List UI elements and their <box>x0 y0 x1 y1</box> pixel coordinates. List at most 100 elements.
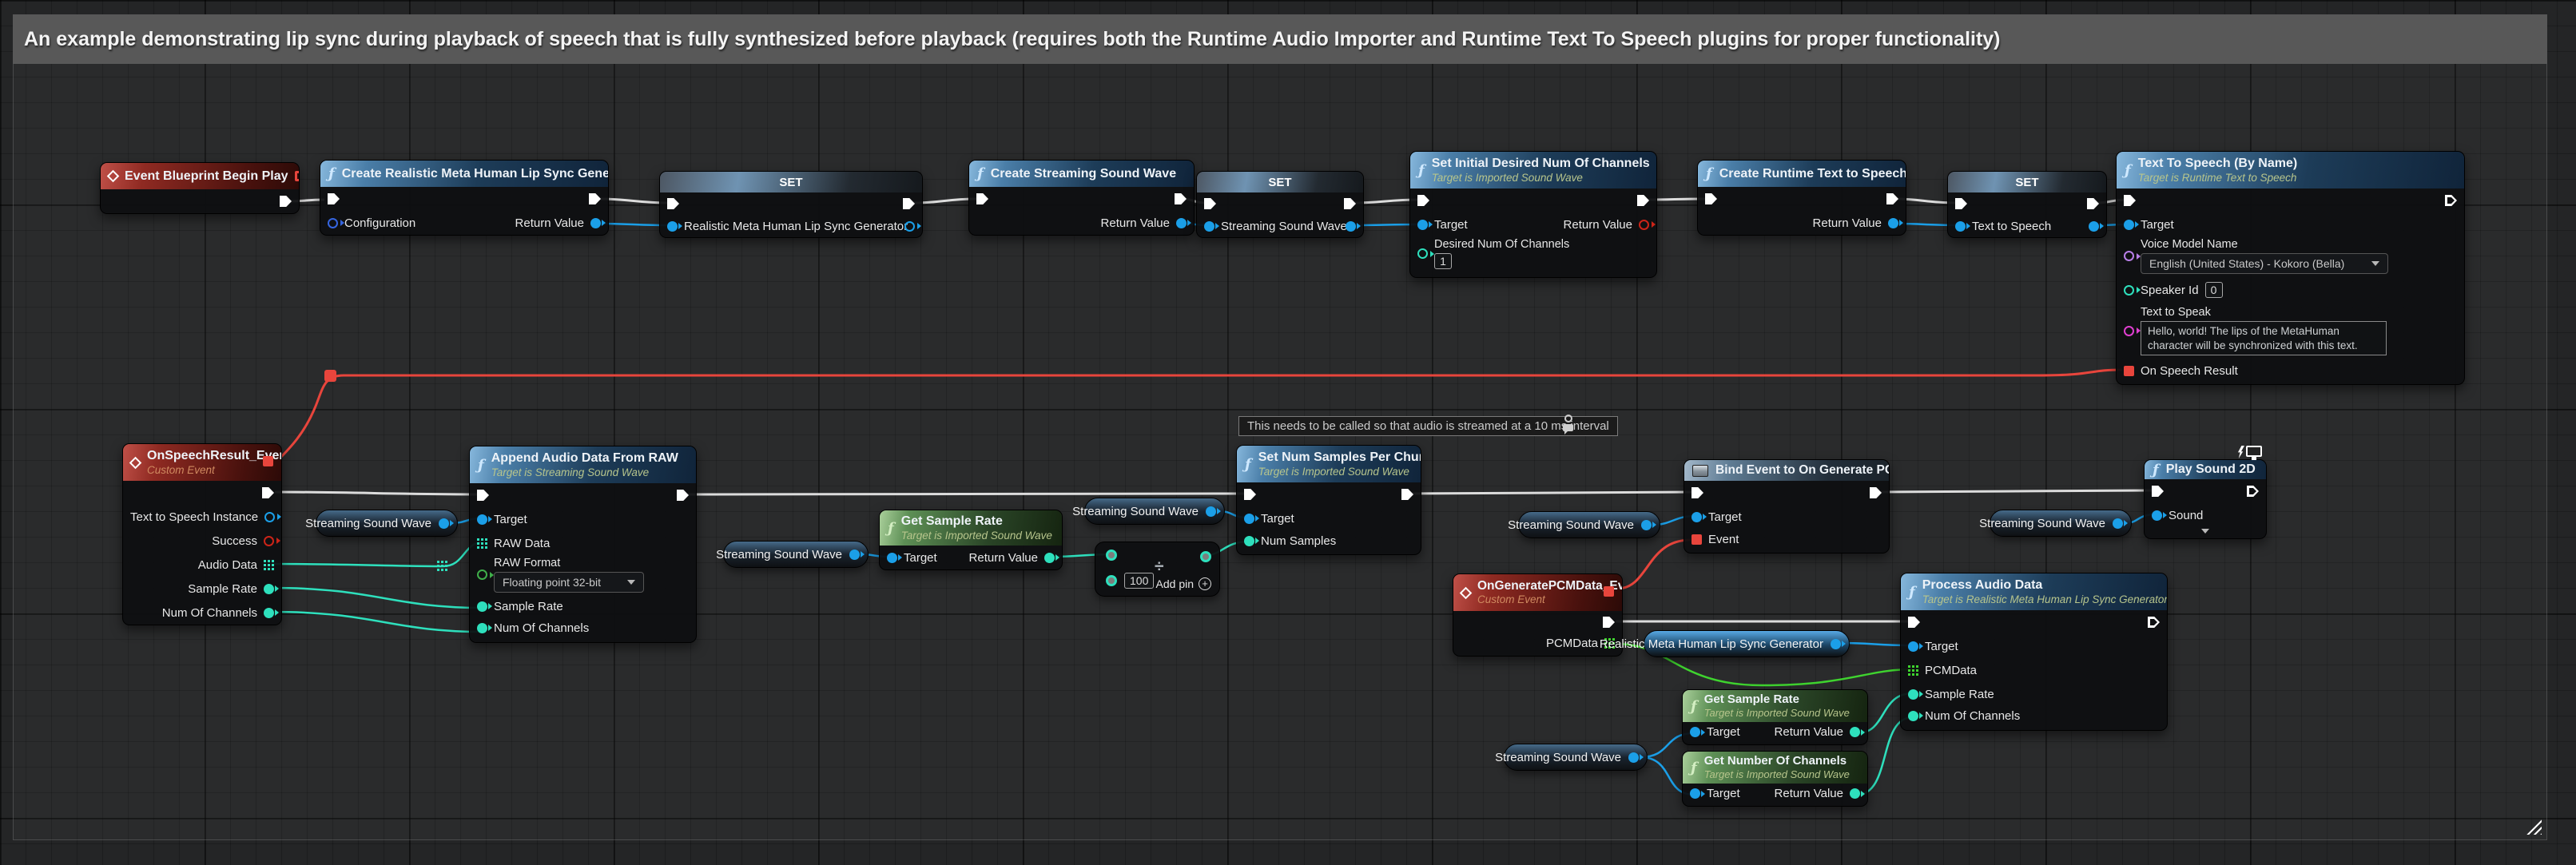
raw-format-dropdown[interactable]: Floating point 32-bit <box>494 572 644 593</box>
exec-in-pin[interactable] <box>1908 617 1920 628</box>
node-create-streaming-sound-wave[interactable]: ƒ Create Streaming Sound Wave Return Val… <box>968 160 1195 236</box>
sample-rate-pin[interactable] <box>1908 689 1918 700</box>
configuration-pin[interactable] <box>328 218 338 228</box>
delegate-pin[interactable] <box>263 456 273 466</box>
variable-in-pin[interactable] <box>1955 221 1966 232</box>
variable-out-pin[interactable] <box>2113 518 2123 529</box>
variable-out-pin[interactable] <box>1641 520 1652 530</box>
node-play-sound-2d[interactable]: ƒ Play Sound 2D Sound <box>2144 459 2267 539</box>
node-set-streaming-sound-wave[interactable]: SET Streaming Sound Wave <box>1196 171 1364 238</box>
exec-in-pin[interactable] <box>328 193 340 204</box>
tts-instance-pin[interactable] <box>264 512 275 522</box>
add-pin-button[interactable]: Add pin+ <box>1156 577 1211 590</box>
target-pin[interactable] <box>1690 727 1700 737</box>
exec-out-pin[interactable] <box>262 487 274 498</box>
speech-bubble-icon[interactable] <box>1563 424 1573 431</box>
exec-in-pin[interactable] <box>477 490 489 501</box>
pin-icon[interactable] <box>1564 415 1572 423</box>
getter-streaming-sound-wave[interactable]: Streaming Sound Wave <box>1990 510 2132 537</box>
num-samples-pin[interactable] <box>1244 536 1254 546</box>
exec-out-pin[interactable] <box>589 193 601 204</box>
exec-out-pin[interactable] <box>280 196 292 207</box>
variable-out-pin[interactable] <box>1346 221 1356 232</box>
node-set-realistic-generator[interactable]: SET Realistic Meta Human Lip Sync Genera… <box>659 171 923 238</box>
variable-in-pin[interactable] <box>1204 221 1214 232</box>
node-get-sample-rate[interactable]: ƒ Get Sample Rate Target is Imported Sou… <box>879 510 1063 570</box>
voice-model-name-pin[interactable] <box>2124 251 2134 261</box>
text-to-speak-input[interactable]: Hello, world! The lips of the MetaHuman … <box>2141 321 2387 355</box>
speaker-id-input[interactable]: 0 <box>2205 282 2223 298</box>
node-event-begin-play[interactable]: Event Blueprint Begin Play <box>100 162 300 214</box>
variable-out-pin[interactable] <box>849 550 860 560</box>
variable-out-pin[interactable] <box>1831 639 1841 649</box>
node-get-sample-rate-bottom[interactable]: ƒ Get Sample Rate Target is Imported Sou… <box>1682 689 1868 745</box>
exec-out-pin[interactable] <box>903 198 915 209</box>
num-channels-pin[interactable] <box>1908 711 1918 721</box>
getter-streaming-sound-wave[interactable]: Streaming Sound Wave <box>1504 744 1648 771</box>
return-value-pin[interactable] <box>1044 553 1055 563</box>
variable-out-pin[interactable] <box>904 221 915 232</box>
exec-in-pin[interactable] <box>667 198 679 209</box>
num-channels-pin[interactable] <box>477 623 487 633</box>
exec-out-pin[interactable] <box>1870 487 1882 498</box>
return-value-pin[interactable] <box>1639 220 1649 230</box>
variable-in-pin[interactable] <box>667 221 678 232</box>
exec-out-pin[interactable] <box>1344 198 1356 209</box>
node-bind-event-to-on-generate-pcmdata[interactable]: Bind Event to On Generate PCMData Target… <box>1684 459 1890 554</box>
target-pin[interactable] <box>1244 514 1254 524</box>
getter-streaming-sound-wave[interactable]: Streaming Sound Wave <box>723 541 869 568</box>
exec-in-pin[interactable] <box>1955 198 1967 209</box>
num-channels-pin[interactable] <box>264 608 274 618</box>
target-pin[interactable] <box>2124 220 2134 230</box>
return-value-pin[interactable] <box>1176 218 1187 228</box>
variable-out-pin[interactable] <box>1206 506 1216 517</box>
divide-output-pin[interactable] <box>1200 551 1211 562</box>
exec-out-pin[interactable] <box>1637 195 1649 206</box>
node-ongeneratepcmdata-event[interactable]: OnGeneratePCMData_Event Custom Event PCM… <box>1453 573 1623 657</box>
target-pin[interactable] <box>1691 512 1702 522</box>
return-value-pin[interactable] <box>1850 788 1860 799</box>
node-set-initial-desired-num-channels[interactable]: ƒ Set Initial Desired Num Of Channels Ta… <box>1409 151 1657 278</box>
node-create-runtime-tts[interactable]: ƒ Create Runtime Text to Speech Return V… <box>1697 160 1906 236</box>
target-pin[interactable] <box>1908 641 1918 652</box>
target-pin[interactable] <box>887 553 897 563</box>
voice-model-dropdown[interactable]: English (United States) - Kokoro (Bella) <box>2141 253 2388 274</box>
desired-num-channels-input[interactable]: 1 <box>1434 253 1452 269</box>
node-process-audio-data[interactable]: ƒ Process Audio Data Target is Realistic… <box>1900 573 2168 731</box>
sound-pin[interactable] <box>2152 510 2162 521</box>
raw-format-pin[interactable] <box>477 569 487 580</box>
exec-out-pin[interactable] <box>1175 193 1187 204</box>
variable-out-pin[interactable] <box>439 518 449 529</box>
exec-in-pin[interactable] <box>2152 486 2164 497</box>
node-create-realistic-generator[interactable]: ƒ Create Realistic Meta Human Lip Sync G… <box>320 160 609 236</box>
exec-out-pin[interactable] <box>677 490 689 501</box>
exec-out-pin[interactable] <box>2087 198 2099 209</box>
exec-out-pin[interactable] <box>2247 486 2259 497</box>
desired-num-channels-pin[interactable] <box>1417 248 1428 259</box>
text-to-speak-pin[interactable] <box>2124 326 2134 336</box>
return-value-pin[interactable] <box>1888 218 1898 228</box>
reroute-node-array[interactable] <box>437 561 447 571</box>
delegate-pin[interactable] <box>1604 586 1614 597</box>
target-pin[interactable] <box>477 514 487 525</box>
sample-rate-pin[interactable] <box>477 601 487 612</box>
divide-value-input[interactable]: 100 <box>1124 573 1154 589</box>
exec-in-pin[interactable] <box>1244 489 1256 500</box>
getter-realistic-generator[interactable]: Realistic Meta Human Lip Sync Generator <box>1644 630 1850 657</box>
exec-out-pin[interactable] <box>1401 489 1413 500</box>
audio-data-array-pin[interactable] <box>264 560 274 570</box>
return-value-pin[interactable] <box>1850 727 1860 737</box>
exec-in-pin[interactable] <box>1417 195 1429 206</box>
delegate-pin[interactable] <box>295 171 299 181</box>
getter-streaming-sound-wave[interactable]: Streaming Sound Wave <box>1084 498 1225 525</box>
speaker-id-pin[interactable] <box>2124 285 2134 296</box>
exec-out-pin[interactable] <box>1603 617 1615 628</box>
divide-input-b-pin[interactable] <box>1106 575 1117 586</box>
exec-out-pin[interactable] <box>1886 193 1898 204</box>
node-set-num-samples-per-chunk[interactable]: ƒ Set Num Samples Per Chunk Target is Im… <box>1236 445 1421 555</box>
pcmdata-array-pin[interactable] <box>1908 665 1918 676</box>
variable-out-pin[interactable] <box>2089 221 2099 232</box>
exec-out-pin[interactable] <box>2148 617 2160 628</box>
node-append-audio-data-from-raw[interactable]: ƒ Append Audio Data From RAW Target is S… <box>469 446 697 643</box>
exec-out-pin[interactable] <box>2445 195 2457 206</box>
